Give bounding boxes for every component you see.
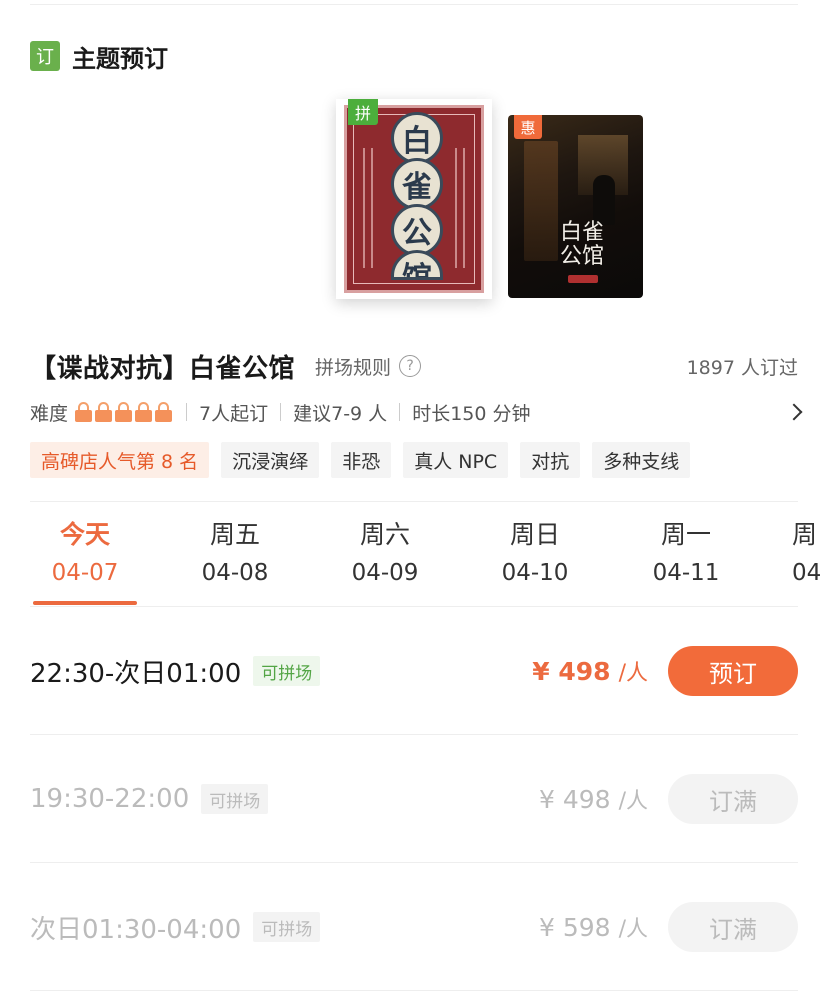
date-tab-date: 04-09 bbox=[351, 560, 419, 586]
slot-price: ¥ 498 bbox=[532, 656, 611, 686]
top-divider bbox=[30, 4, 798, 5]
date-tab-date: 04-10 bbox=[501, 560, 569, 586]
full-button: 订满 bbox=[668, 902, 798, 952]
title-row: 【谍战对抗】白雀公馆 拼场规则 ? 1897 人订过 bbox=[30, 348, 798, 384]
separator bbox=[399, 403, 401, 421]
divider bbox=[30, 734, 798, 735]
tag: 非恐 bbox=[331, 442, 392, 478]
group-tag-badge: 拼 bbox=[348, 99, 378, 125]
rules-link[interactable]: 拼场规则 ? bbox=[315, 353, 422, 380]
poster-figure bbox=[593, 175, 615, 225]
date-tab-dow: 周五 bbox=[209, 520, 260, 549]
slot-group-badge: 可拼场 bbox=[201, 784, 269, 814]
slot-unit: /人 bbox=[618, 661, 648, 686]
divider bbox=[30, 501, 798, 502]
poster-title: 白雀公馆 bbox=[560, 220, 605, 269]
slot-price: ¥ 498 bbox=[539, 784, 611, 814]
separator bbox=[186, 403, 188, 421]
tag: 真人 NPC bbox=[403, 442, 509, 478]
rules-label: 拼场规则 bbox=[315, 356, 392, 379]
ornament-left-icon bbox=[363, 148, 373, 268]
book-button[interactable]: 预订 bbox=[668, 646, 798, 696]
slot-unit: /人 bbox=[618, 917, 648, 942]
poster-char: 公 bbox=[391, 204, 443, 256]
date-tab-date: 04-11 bbox=[652, 560, 720, 586]
ornament-right-icon bbox=[455, 148, 465, 268]
poster-main-art: 白 雀 公 馆 bbox=[344, 105, 484, 293]
date-tabs: 今天 04-07 周五 04-08 周六 04-09 周日 04-10 周一 0… bbox=[0, 515, 828, 605]
tag: 对抗 bbox=[520, 442, 581, 478]
slot-time: 19:30-22:00 bbox=[30, 784, 190, 814]
divider bbox=[30, 862, 798, 863]
date-tab-dow: 周一 bbox=[660, 520, 711, 549]
tag-ranking[interactable]: 高碑店人气第 8 名 bbox=[30, 442, 210, 478]
tag: 沉浸演绎 bbox=[221, 442, 320, 478]
min-players: 7人起订 bbox=[199, 402, 269, 425]
date-tab-dow: 今天 bbox=[59, 520, 110, 549]
date-tab-sun[interactable]: 周日 04-10 bbox=[475, 515, 595, 591]
slot-group-badge: 可拼场 bbox=[253, 912, 321, 942]
date-tab-dow: 周 bbox=[792, 520, 818, 549]
date-tab-date: 04-07 bbox=[51, 560, 119, 586]
section-title: 主题预订 bbox=[72, 44, 168, 73]
section-header: 订 主题预订 bbox=[30, 40, 168, 73]
date-tab-date: 04 bbox=[792, 560, 822, 586]
date-tab-partial[interactable]: 周 04 bbox=[792, 515, 828, 591]
discount-tag-badge: 惠 bbox=[514, 115, 542, 139]
time-slot: 22:30-次日01:00 可拼场 ¥ 498 /人 预订 bbox=[30, 641, 798, 701]
date-tab-sat[interactable]: 周六 04-09 bbox=[325, 515, 445, 591]
poster-secondary[interactable]: 白雀公馆 bbox=[508, 115, 643, 298]
date-tab-dow: 周六 bbox=[359, 520, 410, 549]
poster-door bbox=[524, 141, 558, 261]
poster-char: 白 bbox=[391, 112, 443, 164]
date-tab-today[interactable]: 今天 04-07 bbox=[25, 515, 145, 591]
duration: 时长150 分钟 bbox=[412, 402, 531, 425]
date-tab-mon[interactable]: 周一 04-11 bbox=[626, 515, 746, 591]
difficulty-locks bbox=[74, 402, 174, 422]
slot-unit: /人 bbox=[618, 789, 648, 814]
help-icon[interactable]: ? bbox=[399, 355, 422, 377]
lock-icon bbox=[114, 402, 133, 422]
divider bbox=[30, 990, 798, 991]
slot-time: 次日01:30-04:00 bbox=[30, 914, 242, 945]
slot-time: 22:30-次日01:00 bbox=[30, 658, 242, 689]
difficulty-label: 难度 bbox=[30, 402, 69, 425]
slot-group-badge: 可拼场 bbox=[253, 656, 321, 686]
tag-row: 高碑店人气第 8 名 沉浸演绎 非恐 真人 NPC 对抗 多种支线 bbox=[30, 442, 702, 478]
game-title: 【谍战对抗】白雀公馆 bbox=[30, 353, 296, 384]
time-slot: 次日01:30-04:00 可拼场 ¥ 598 /人 订满 bbox=[30, 897, 798, 957]
suggested-players: 建议7-9 人 bbox=[293, 402, 388, 425]
active-tab-indicator bbox=[33, 601, 137, 605]
tag: 多种支线 bbox=[592, 442, 691, 478]
info-row[interactable]: 难度 7人起订 建议7-9 人 时长150 分钟 bbox=[30, 397, 806, 427]
divider bbox=[30, 606, 798, 607]
date-tab-fri[interactable]: 周五 04-08 bbox=[175, 515, 295, 591]
booking-badge-icon: 订 bbox=[30, 41, 60, 71]
time-slot: 19:30-22:00 可拼场 ¥ 498 /人 订满 bbox=[30, 769, 798, 829]
separator bbox=[280, 403, 282, 421]
slot-price: ¥ 598 bbox=[539, 912, 611, 942]
lock-icon bbox=[74, 402, 93, 422]
date-tab-dow: 周日 bbox=[509, 520, 560, 549]
full-button: 订满 bbox=[668, 774, 798, 824]
date-tab-date: 04-08 bbox=[201, 560, 269, 586]
poster-main[interactable]: 白 雀 公 馆 bbox=[336, 99, 492, 299]
poster-char: 雀 bbox=[391, 158, 443, 210]
lock-icon bbox=[134, 402, 153, 422]
poster-stamp bbox=[568, 275, 598, 283]
booked-count: 1897 人订过 bbox=[686, 356, 798, 379]
lock-icon bbox=[94, 402, 113, 422]
lock-icon bbox=[154, 402, 173, 422]
chevron-right-icon[interactable] bbox=[785, 403, 803, 421]
